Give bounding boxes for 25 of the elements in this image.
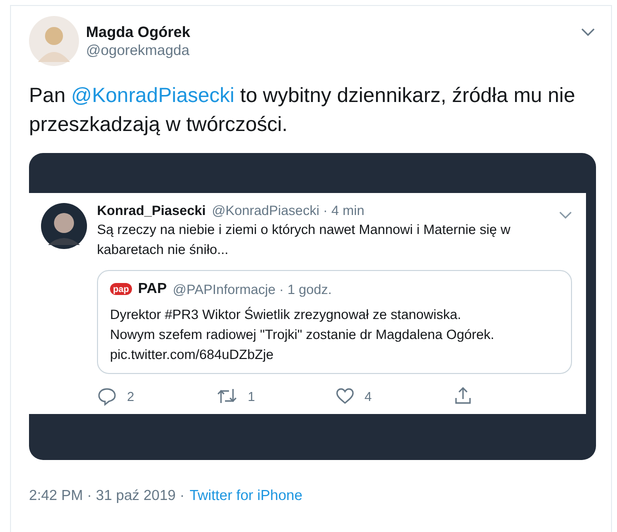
pap-logo: pap: [110, 283, 132, 295]
caret-icon[interactable]: [581, 28, 595, 36]
retweet-icon[interactable]: [216, 386, 238, 406]
tweet-text: Są rzeczy na niebie i ziemi o których nawet Mannowi i Maternie się w kabaretach nie śniło...: [97, 221, 512, 259]
author-name[interactable]: Magda Ogórek: [86, 24, 190, 40]
author-name[interactable]: Konrad_Piasecki: [97, 203, 206, 218]
embedded-tweet[interactable]: [29, 193, 586, 414]
quoted-text: Dyrektor #PR3 Wiktor Świetlik zrezygnował ze stanowiska.: [110, 306, 462, 324]
tweet-meta: @PAPInformacje · 1 godz.: [172, 282, 332, 296]
tweet-meta: @KonradPiasecki · 4 min: [212, 203, 364, 218]
action-count: 4: [364, 388, 372, 404]
tweet-text: Pan @KonradPiasecki to wybitny dziennikarz, źródła mu nie przeszkadzają w twórczości.: [29, 83, 576, 138]
heart-icon[interactable]: [334, 386, 354, 406]
quoted-text: Nowym szefem radiowej "Trojki" zostanie dr Magdalena Ogórek.: [110, 326, 496, 344]
action-count: 1: [248, 388, 255, 404]
avatar[interactable]: [41, 203, 87, 249]
tweet-timestamp: 2:42 PM · 31 paź 2019 ·: [29, 488, 185, 504]
action-count: 2: [127, 388, 134, 404]
quoted-tweet[interactable]: pap PAP @PAPInformacje · 1 godz. Dyrektor #PR3 Wiktor Świetlik zrezygnował ze stanowiska. Nowym szefem radiowej "Trojki" zostanie dr Magdalena Ogórek. pic.twitter.com/684uDZbZje: [97, 270, 572, 374]
share-icon[interactable]: [453, 386, 474, 406]
reply-icon[interactable]: [97, 386, 117, 406]
author-name[interactable]: PAP: [138, 281, 167, 297]
quoted-text: pic.twitter.com/684uDZbZje: [110, 346, 275, 364]
author-handle[interactable]: @ogorekmagda: [86, 42, 190, 58]
caret-icon[interactable]: [559, 211, 572, 219]
